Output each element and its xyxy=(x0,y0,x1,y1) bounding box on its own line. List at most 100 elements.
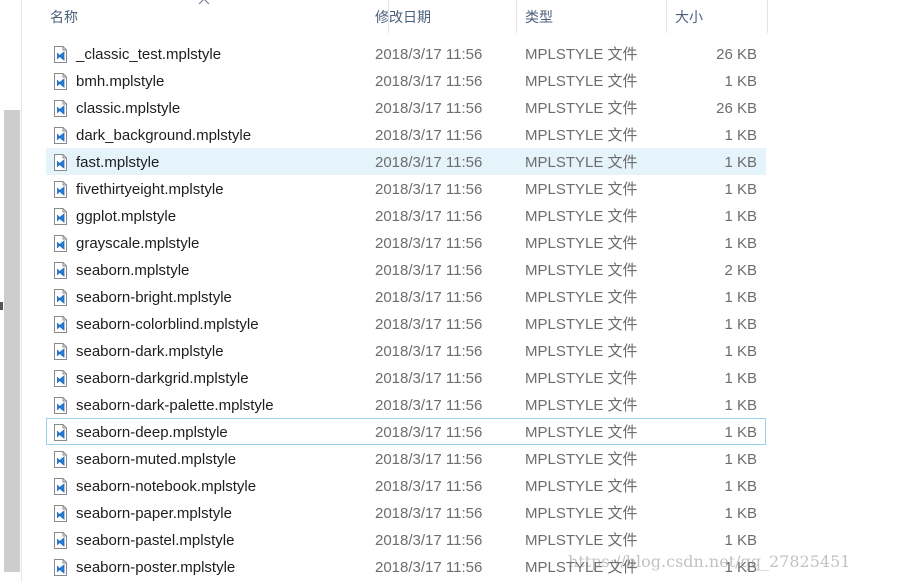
file-row[interactable]: seaborn-darkgrid.mplstyle 2018/3/17 11:5… xyxy=(46,364,766,391)
file-row[interactable]: fivethirtyeight.mplstyle 2018/3/17 11:56… xyxy=(46,175,766,202)
file-row[interactable]: seaborn-deep.mplstyle 2018/3/17 11:56 MP… xyxy=(46,418,766,445)
file-explorer-view: 名称 修改日期 类型 大小 _classic_test.mplstyle 201… xyxy=(0,0,908,582)
file-date-modified: 2018/3/17 11:56 xyxy=(375,154,483,171)
file-size: 1 KB xyxy=(724,370,757,387)
file-date-modified: 2018/3/17 11:56 xyxy=(375,532,483,549)
file-date-modified: 2018/3/17 11:56 xyxy=(375,370,483,387)
file-type: MPLSTYLE 文件 xyxy=(525,235,638,252)
file-name: bmh.mplstyle xyxy=(76,73,165,90)
file-row[interactable]: fast.mplstyle 2018/3/17 11:56 MPLSTYLE 文… xyxy=(46,148,766,175)
file-date-modified: 2018/3/17 11:56 xyxy=(375,451,483,468)
file-row[interactable]: ggplot.mplstyle 2018/3/17 11:56 MPLSTYLE… xyxy=(46,202,766,229)
file-row[interactable]: seaborn-notebook.mplstyle 2018/3/17 11:5… xyxy=(46,472,766,499)
file-date-modified: 2018/3/17 11:56 xyxy=(375,181,483,198)
column-header-name[interactable]: 名称 xyxy=(42,0,389,33)
file-row[interactable]: _classic_test.mplstyle 2018/3/17 11:56 M… xyxy=(46,40,766,67)
file-size: 26 KB xyxy=(716,100,757,117)
file-date-modified: 2018/3/17 11:56 xyxy=(375,100,483,117)
vscode-file-icon xyxy=(54,73,67,90)
file-size: 1 KB xyxy=(724,343,757,360)
column-header: 名称 修改日期 类型 大小 xyxy=(22,0,908,33)
vscode-file-icon xyxy=(54,532,67,549)
vscode-file-icon xyxy=(54,424,67,441)
file-size: 1 KB xyxy=(724,478,757,495)
file-row[interactable]: seaborn-dark-palette.mplstyle 2018/3/17 … xyxy=(46,391,766,418)
file-row[interactable]: seaborn-dark.mplstyle 2018/3/17 11:56 MP… xyxy=(46,337,766,364)
file-type: MPLSTYLE 文件 xyxy=(525,46,638,63)
file-row[interactable]: seaborn-poster.mplstyle 2018/3/17 11:56 … xyxy=(46,553,766,580)
file-size: 1 KB xyxy=(724,397,757,414)
column-header-type[interactable]: 类型 xyxy=(517,0,667,33)
file-row[interactable]: seaborn-colorblind.mplstyle 2018/3/17 11… xyxy=(46,310,766,337)
file-date-modified: 2018/3/17 11:56 xyxy=(375,505,483,522)
file-row[interactable]: seaborn-paper.mplstyle 2018/3/17 11:56 M… xyxy=(46,499,766,526)
vscode-file-icon xyxy=(54,100,67,117)
file-size: 26 KB xyxy=(716,46,757,63)
file-name: seaborn-darkgrid.mplstyle xyxy=(76,370,249,387)
vscode-file-icon xyxy=(54,343,67,360)
file-name: seaborn-muted.mplstyle xyxy=(76,451,237,468)
file-date-modified: 2018/3/17 11:56 xyxy=(375,397,483,414)
file-size: 1 KB xyxy=(724,532,757,549)
file-size: 1 KB xyxy=(724,451,757,468)
file-row[interactable]: seaborn-muted.mplstyle 2018/3/17 11:56 M… xyxy=(46,445,766,472)
vscode-file-icon xyxy=(54,505,67,522)
vscode-file-icon xyxy=(54,289,67,306)
column-header-type-label: 类型 xyxy=(525,8,553,25)
file-name: seaborn-bright.mplstyle xyxy=(76,289,232,306)
vscode-file-icon xyxy=(54,451,67,468)
file-size: 2 KB xyxy=(724,262,757,279)
file-row[interactable]: seaborn.mplstyle 2018/3/17 11:56 MPLSTYL… xyxy=(46,256,766,283)
file-name: ggplot.mplstyle xyxy=(76,208,177,225)
file-type: MPLSTYLE 文件 xyxy=(525,559,638,576)
file-name: dark_background.mplstyle xyxy=(76,127,252,144)
file-row[interactable]: bmh.mplstyle 2018/3/17 11:56 MPLSTYLE 文件… xyxy=(46,67,766,94)
file-name: seaborn-colorblind.mplstyle xyxy=(76,316,259,333)
file-type: MPLSTYLE 文件 xyxy=(525,100,638,117)
column-header-size[interactable]: 大小 xyxy=(667,0,768,33)
file-type: MPLSTYLE 文件 xyxy=(525,451,638,468)
file-size: 1 KB xyxy=(724,181,757,198)
file-type: MPLSTYLE 文件 xyxy=(525,505,638,522)
column-header-date-modified[interactable]: 修改日期 xyxy=(367,0,517,33)
file-name: seaborn-pastel.mplstyle xyxy=(76,532,235,549)
vscode-file-icon xyxy=(54,235,67,252)
file-date-modified: 2018/3/17 11:56 xyxy=(375,73,483,90)
file-size: 1 KB xyxy=(724,424,757,441)
vscode-file-icon xyxy=(54,262,67,279)
file-row[interactable]: seaborn-bright.mplstyle 2018/3/17 11:56 … xyxy=(46,283,766,310)
file-size: 1 KB xyxy=(724,289,757,306)
file-type: MPLSTYLE 文件 xyxy=(525,370,638,387)
file-row[interactable]: classic.mplstyle 2018/3/17 11:56 MPLSTYL… xyxy=(46,94,766,121)
file-row[interactable]: seaborn-pastel.mplstyle 2018/3/17 11:56 … xyxy=(46,526,766,553)
file-name: seaborn-notebook.mplstyle xyxy=(76,478,257,495)
file-row[interactable]: dark_background.mplstyle 2018/3/17 11:56… xyxy=(46,121,766,148)
pane-divider[interactable] xyxy=(21,0,22,582)
file-name: seaborn-poster.mplstyle xyxy=(76,559,236,576)
file-type: MPLSTYLE 文件 xyxy=(525,532,638,549)
file-size: 1 KB xyxy=(724,73,757,90)
file-date-modified: 2018/3/17 11:56 xyxy=(375,478,483,495)
pane-splitter-grip xyxy=(0,302,3,310)
vscode-file-icon xyxy=(54,46,67,63)
vscode-file-icon xyxy=(54,397,67,414)
file-type: MPLSTYLE 文件 xyxy=(525,397,638,414)
file-type: MPLSTYLE 文件 xyxy=(525,154,638,171)
file-name: classic.mplstyle xyxy=(76,100,181,117)
vscode-file-icon xyxy=(54,559,67,576)
file-name: fivethirtyeight.mplstyle xyxy=(76,181,224,198)
file-type: MPLSTYLE 文件 xyxy=(525,343,638,360)
file-type: MPLSTYLE 文件 xyxy=(525,181,638,198)
navigation-pane-scrollbar[interactable] xyxy=(4,110,20,572)
file-type: MPLSTYLE 文件 xyxy=(525,316,638,333)
navigation-pane-edge xyxy=(0,0,21,582)
file-size: 1 KB xyxy=(724,316,757,333)
vscode-file-icon xyxy=(54,154,67,171)
file-size: 1 KB xyxy=(724,235,757,252)
file-type: MPLSTYLE 文件 xyxy=(525,73,638,90)
file-type: MPLSTYLE 文件 xyxy=(525,478,638,495)
file-row[interactable]: grayscale.mplstyle 2018/3/17 11:56 MPLST… xyxy=(46,229,766,256)
file-type: MPLSTYLE 文件 xyxy=(525,208,638,225)
file-date-modified: 2018/3/17 11:56 xyxy=(375,343,483,360)
file-type: MPLSTYLE 文件 xyxy=(525,424,638,441)
